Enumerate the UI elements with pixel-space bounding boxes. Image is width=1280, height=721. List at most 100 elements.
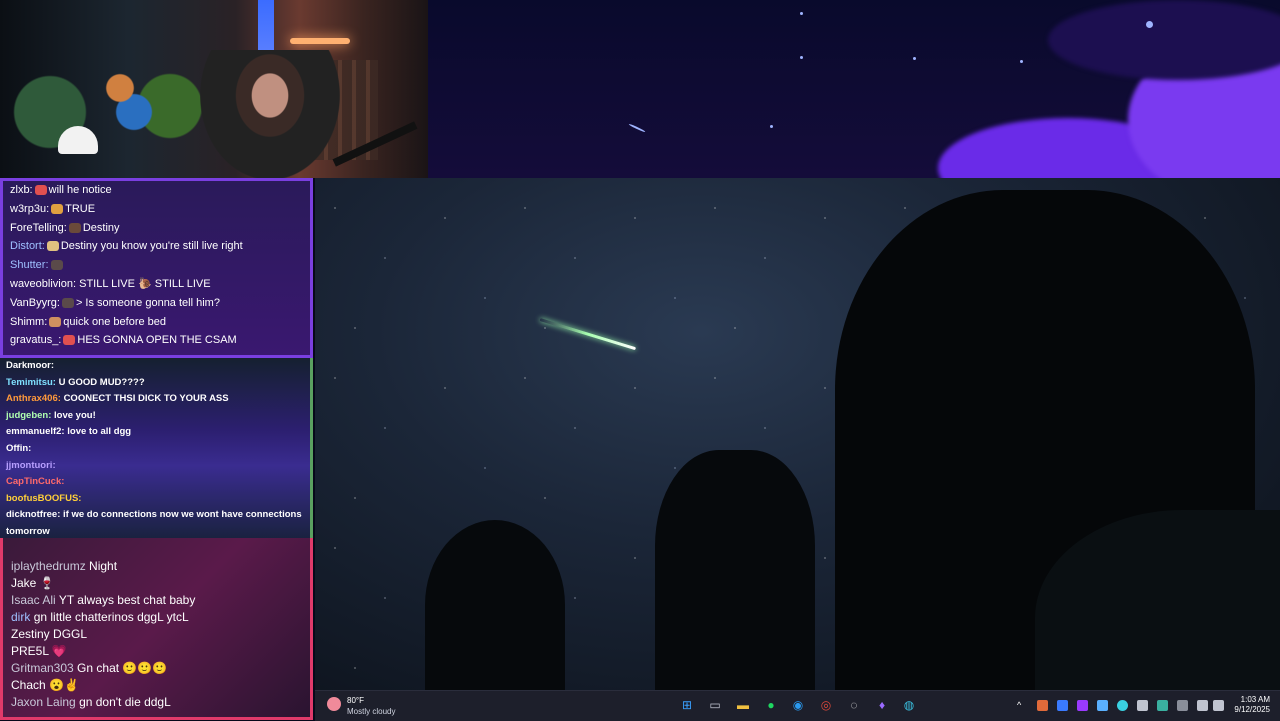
chat-text: Night <box>89 559 118 573</box>
task-view-icon[interactable]: ▭ <box>707 697 723 713</box>
chat-message: gravatus_: HES GONNA OPEN THE CSAM <box>3 331 310 350</box>
chat-username[interactable]: waveoblivion: <box>10 278 76 290</box>
chat-message: Jake 🍷 <box>3 575 310 592</box>
top-banner-night-sky <box>428 0 1280 178</box>
chat-message: Distort: Destiny you know you're still li… <box>3 237 310 256</box>
chat-text: STILL LIVE 🐌 STILL LIVE <box>79 277 211 290</box>
banner-cloud <box>1048 0 1280 80</box>
chat-username[interactable]: judgeben: <box>6 410 51 421</box>
start-icon[interactable]: ⊞ <box>679 697 695 713</box>
chat-message: Temimitsu: U GOOD MUD???? <box>0 375 310 392</box>
tray-app-icon[interactable] <box>1137 700 1148 711</box>
chat-message: Chach 😮✌ <box>3 677 310 694</box>
banner-star <box>1020 60 1023 63</box>
chat-emote-icon <box>49 316 62 327</box>
chat-list: Darkmoor: Temimitsu: U GOOD MUD???? Anthr… <box>0 358 310 538</box>
chat-username[interactable]: boofusBOOFUS: <box>6 493 81 504</box>
webcam-shelf-light <box>290 38 350 44</box>
chat-list: zlxb: will he notice w3rp3u: TRUE ForeTellin… <box>3 181 310 350</box>
chat-username[interactable]: PRE5L <box>11 644 49 658</box>
chat-message: CapTinCuck: <box>0 474 310 491</box>
edge-icon[interactable]: ◉ <box>790 697 806 713</box>
browser-globe-icon[interactable]: ◍ <box>901 697 917 713</box>
chat-message: Gritman303 Gn chat 🙂🙂🙂 <box>3 660 310 677</box>
obs-icon[interactable]: ◌ <box>846 697 862 713</box>
chat-username[interactable]: ForeTelling: <box>10 222 67 234</box>
chat-message: Jaxon Laing gn don't die ddgL <box>3 694 310 711</box>
chat-username[interactable]: Isaac Ali <box>11 593 56 607</box>
chrome-icon[interactable]: ◎ <box>818 697 834 713</box>
webcam-plants <box>10 40 210 160</box>
tray-app-icon[interactable] <box>1077 700 1088 711</box>
chat-message: dirk gn little chatterinos dggL ytcL <box>3 609 310 626</box>
weather-temperature: 80°F <box>347 696 364 705</box>
chat-username[interactable]: Temimitsu: <box>6 377 56 388</box>
clock[interactable]: 1:03 AM 9/12/2025 <box>1234 695 1270 715</box>
chat-list: iplaythedrumz Night Jake 🍷 Isaac Ali YT al… <box>3 558 310 711</box>
volume-icon[interactable] <box>1213 700 1224 711</box>
chat-panel-primary[interactable]: zlxb: will he notice w3rp3u: TRUE ForeTellin… <box>0 178 313 358</box>
chat-username[interactable]: gravatus_: <box>10 334 61 346</box>
chat-text: DGGL <box>53 627 88 641</box>
weather-widget[interactable]: 80°F Mostly cloudy <box>325 695 445 717</box>
chat-username[interactable]: Offin: <box>6 443 31 454</box>
tray-app-icon[interactable] <box>1117 700 1128 711</box>
chat-emote-icon <box>46 241 59 252</box>
tray-app-icon[interactable] <box>1157 700 1168 711</box>
chat-username[interactable]: dicknotfree: <box>6 509 60 520</box>
chat-message: Zestiny DGGL <box>3 626 310 643</box>
chat-message: PRE5L 💗 <box>3 643 310 660</box>
chat-username[interactable]: Zestiny <box>11 627 50 641</box>
chat-username[interactable]: Jake <box>11 576 36 590</box>
chat-message: Anthrax406: COONECT THSI DICK TO YOUR AS… <box>0 391 310 408</box>
chat-username[interactable]: CapTinCuck: <box>6 476 64 487</box>
taskbar: 80°F Mostly cloudy ⊞ ▭ ▬ ● ◉ ◎ ◌ ♦ ◍ ^ 1:03 AM 9… <box>315 690 1280 721</box>
clock-date: 9/12/2025 <box>1234 705 1270 714</box>
tray-overflow-chevron-icon[interactable]: ^ <box>1017 700 1028 711</box>
weather-cloud-icon <box>327 697 341 711</box>
chat-username[interactable]: emmanuelf2: <box>6 426 65 437</box>
chat-panel-tertiary[interactable]: iplaythedrumz Night Jake 🍷 Isaac Ali YT al… <box>0 538 313 720</box>
chat-message: zlxb: will he notice <box>3 181 310 200</box>
chat-username[interactable]: Anthrax406: <box>6 393 61 404</box>
chat-username[interactable]: Shutter: <box>10 259 49 271</box>
chat-message: Darkmoor: <box>0 358 310 375</box>
chat-username[interactable]: dirk <box>11 610 30 624</box>
chat-text: COONECT THSI DICK TO YOUR ASS <box>63 393 229 405</box>
app-purple-icon[interactable]: ♦ <box>874 697 890 713</box>
chat-username[interactable]: iplaythedrumz <box>11 559 86 573</box>
desktop-wallpaper <box>315 178 1280 690</box>
chat-text: love to all dgg <box>67 426 132 438</box>
tray-app-icon[interactable] <box>1037 700 1048 711</box>
chat-username[interactable]: VanByyrg: <box>10 297 60 309</box>
chat-emote-icon <box>63 335 76 346</box>
chat-text: love you! <box>54 409 96 421</box>
chat-emote-icon <box>50 260 63 271</box>
chat-text: 🍷 <box>39 576 55 590</box>
chat-text: will he notice <box>48 184 112 196</box>
tray-app-icon[interactable] <box>1057 700 1068 711</box>
chat-username[interactable]: zlxb: <box>10 184 33 196</box>
chat-username[interactable]: Shimm: <box>10 316 47 328</box>
chat-emote-icon <box>61 297 74 308</box>
webcam-streamer <box>200 50 340 178</box>
tray-app-icon[interactable] <box>1177 700 1188 711</box>
chat-username[interactable]: Darkmoor: <box>6 360 54 371</box>
chat-panel-secondary[interactable]: Darkmoor: Temimitsu: U GOOD MUD???? Anthr… <box>0 358 313 538</box>
chat-text: > Is someone gonna tell him? <box>75 296 220 309</box>
chat-username[interactable]: Gritman303 <box>11 661 74 675</box>
banner-star <box>770 125 773 128</box>
chat-message: boofusBOOFUS: <box>0 491 310 508</box>
chat-username[interactable]: Distort: <box>10 240 45 252</box>
chat-message: jjmontuori: <box>0 458 310 475</box>
chat-username[interactable]: w3rp3u: <box>10 203 49 215</box>
wifi-icon[interactable] <box>1197 700 1208 711</box>
chat-username[interactable]: Chach <box>11 678 46 692</box>
spotify-icon[interactable]: ● <box>763 697 779 713</box>
chat-username[interactable]: jjmontuori: <box>6 460 56 471</box>
file-explorer-icon[interactable]: ▬ <box>735 697 751 713</box>
chat-message: Isaac Ali YT always best chat baby <box>3 592 310 609</box>
chat-username[interactable]: Jaxon Laing <box>11 695 76 709</box>
chat-message: Shimm: quick one before bed <box>3 313 310 332</box>
tray-app-icon[interactable] <box>1097 700 1108 711</box>
